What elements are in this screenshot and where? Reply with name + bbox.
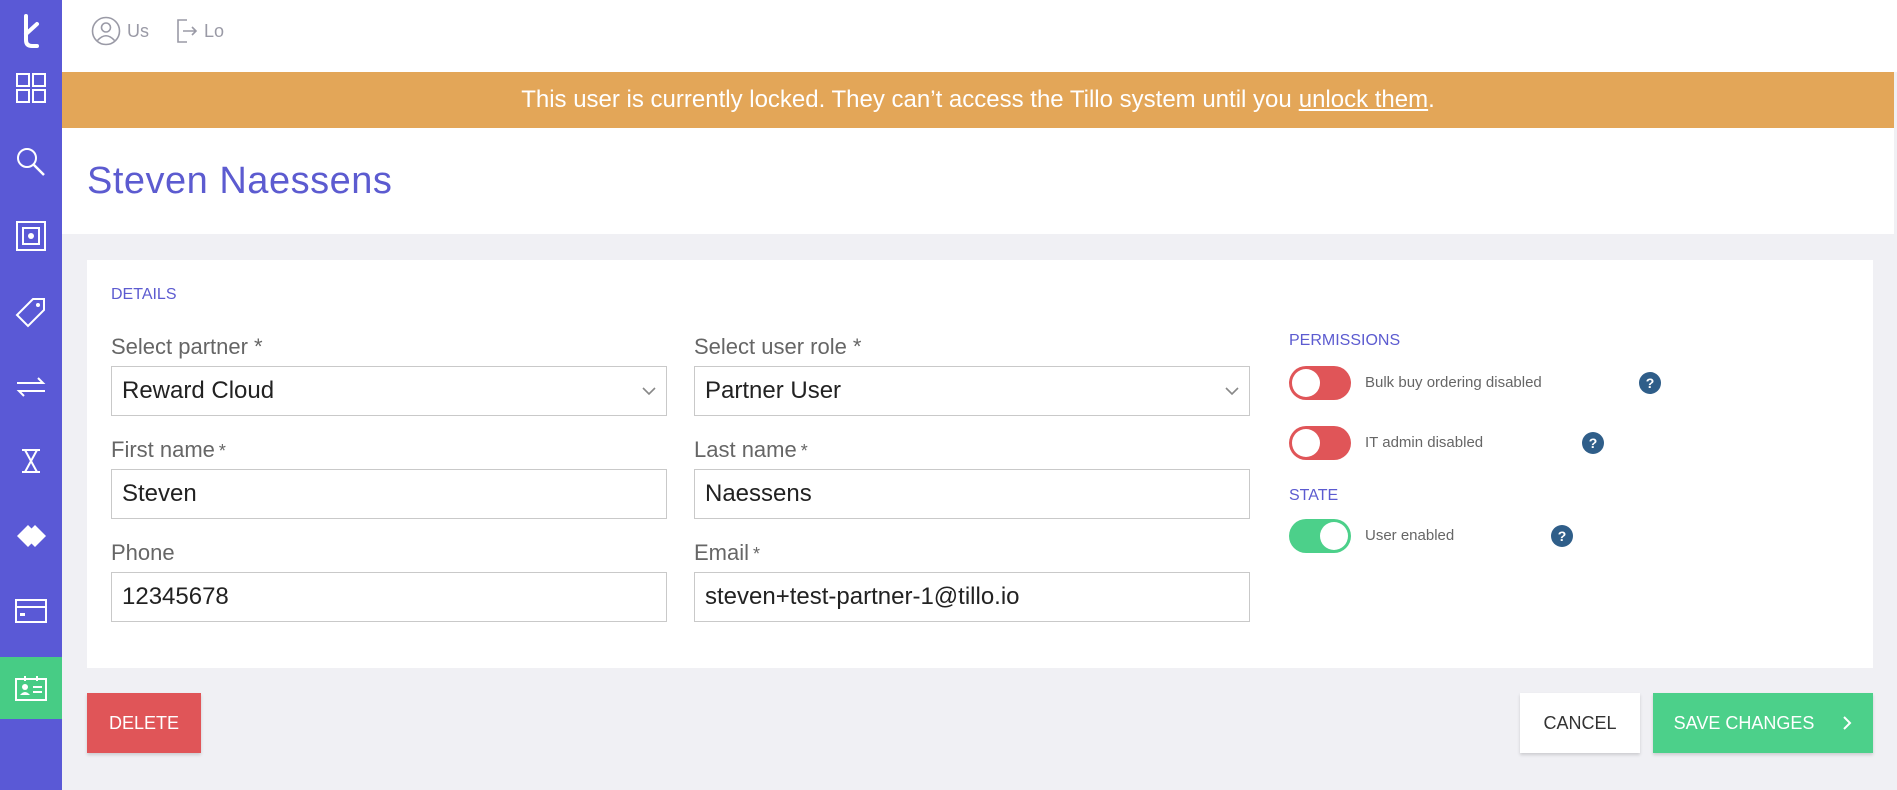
partner-select[interactable]: Reward Cloud: [111, 366, 667, 416]
it-admin-toggle[interactable]: [1289, 426, 1351, 460]
required-marker: *: [800, 441, 808, 461]
top-bar: Us Lo: [62, 0, 1897, 72]
last-name-label-text: Last name: [694, 437, 797, 462]
phone-field[interactable]: 12345678: [111, 572, 667, 622]
toggle-knob: [1292, 369, 1320, 397]
locked-user-banner: This user is currently locked. They can’…: [62, 72, 1894, 128]
first-name-label-text: First name: [111, 437, 215, 462]
cancel-button[interactable]: CANCEL: [1520, 693, 1640, 753]
first-name-label: First name *: [111, 437, 226, 463]
locked-banner-text: This user is currently locked. They can’…: [521, 86, 1292, 113]
email-field[interactable]: steven+test-partner-1@tillo.io: [694, 572, 1250, 622]
partner-select-value: Reward Cloud: [122, 377, 275, 404]
dashboard-icon: [16, 73, 46, 103]
search-icon: [17, 148, 45, 176]
first-name-field[interactable]: Steven: [111, 469, 667, 519]
user-card-icon: [15, 676, 47, 701]
user-profile-link[interactable]: Us: [91, 16, 153, 46]
required-marker: *: [253, 334, 263, 359]
first-name-value: Steven: [122, 480, 197, 507]
unlock-user-link[interactable]: unlock them: [1299, 86, 1428, 114]
it-admin-label: IT admin disabled: [1365, 434, 1484, 451]
tillo-logo-icon: [24, 14, 39, 48]
sidebar-item-pending[interactable]: [0, 430, 62, 492]
last-name-label: Last name *: [694, 437, 808, 463]
chevron-right-icon: [1843, 716, 1852, 730]
user-role-select-value: Partner User: [705, 377, 842, 404]
bulk-buy-help-icon[interactable]: ?: [1639, 372, 1661, 394]
sidebar: [0, 0, 62, 790]
diamond-icon: [17, 525, 46, 547]
transfer-icon: [16, 377, 46, 397]
save-changes-button[interactable]: SAVE CHANGES: [1653, 693, 1873, 753]
sidebar-item-orders[interactable]: [0, 205, 62, 267]
sidebar-item-dashboard[interactable]: [0, 57, 62, 119]
sidebar-item-tags[interactable]: [0, 281, 62, 343]
user-icon: [91, 16, 121, 46]
permissions-section-label: PERMISSIONS: [1289, 332, 1401, 349]
delete-button-label: DELETE: [108, 712, 180, 733]
sidebar-item-transfers[interactable]: [0, 356, 62, 418]
chevron-down-icon: [1225, 387, 1239, 396]
page-title: Steven Naessens: [87, 160, 393, 202]
toggle-knob: [1292, 429, 1320, 457]
sidebar-item-brands[interactable]: [0, 505, 62, 567]
last-name-value: Naessens: [705, 480, 812, 507]
save-button-label: SAVE CHANGES: [1673, 712, 1815, 733]
user-profile-label: Us: [127, 20, 149, 41]
user-enabled-help-icon[interactable]: ?: [1551, 525, 1573, 547]
user-enabled-label: User enabled: [1365, 527, 1455, 544]
toggle-knob: [1320, 522, 1348, 550]
email-label-text: Email: [694, 540, 750, 565]
user-role-label: Select user role *: [694, 334, 861, 360]
phone-label: Phone: [111, 540, 175, 565]
details-section-label: DETAILS: [111, 286, 177, 303]
sidebar-item-search[interactable]: [0, 131, 62, 193]
tag-icon: [15, 298, 45, 328]
locked-banner-end: .: [1428, 86, 1435, 113]
hourglass-icon: [22, 449, 40, 473]
chevron-down-icon: [642, 387, 656, 396]
logout-label: Lo: [204, 20, 225, 41]
required-marker: *: [852, 334, 862, 359]
cancel-button-label: CANCEL: [1543, 712, 1617, 733]
sidebar-item-home[interactable]: [0, 0, 62, 62]
sidebar-item-cards[interactable]: [0, 580, 62, 642]
email-value: steven+test-partner-1@tillo.io: [705, 583, 1020, 610]
last-name-field[interactable]: Naessens: [694, 469, 1250, 519]
partner-label-text: Select partner: [111, 334, 248, 359]
phone-value: 12345678: [122, 583, 229, 610]
user-role-select[interactable]: Partner User: [694, 366, 1250, 416]
user-enabled-toggle[interactable]: [1289, 519, 1351, 553]
bulk-buy-label: Bulk buy ordering disabled: [1365, 374, 1542, 391]
required-marker: *: [218, 441, 226, 461]
card-icon: [15, 599, 47, 623]
logout-icon: [177, 19, 198, 43]
user-details-card: DETAILS Select partner * Reward Cloud Sel…: [87, 260, 1873, 668]
logout-link[interactable]: Lo: [176, 16, 234, 46]
sidebar-item-users[interactable]: [0, 657, 62, 719]
required-marker: *: [753, 544, 761, 564]
bulk-buy-toggle[interactable]: [1289, 366, 1351, 400]
state-section-label: STATE: [1289, 487, 1339, 504]
page-header: Steven Naessens: [62, 128, 1894, 234]
partner-label: Select partner *: [111, 334, 263, 360]
email-label: Email *: [694, 540, 760, 566]
delete-button[interactable]: DELETE: [87, 693, 201, 753]
it-admin-help-icon[interactable]: ?: [1582, 432, 1604, 454]
user-role-label-text: Select user role: [694, 334, 847, 359]
orders-icon: [16, 221, 46, 251]
